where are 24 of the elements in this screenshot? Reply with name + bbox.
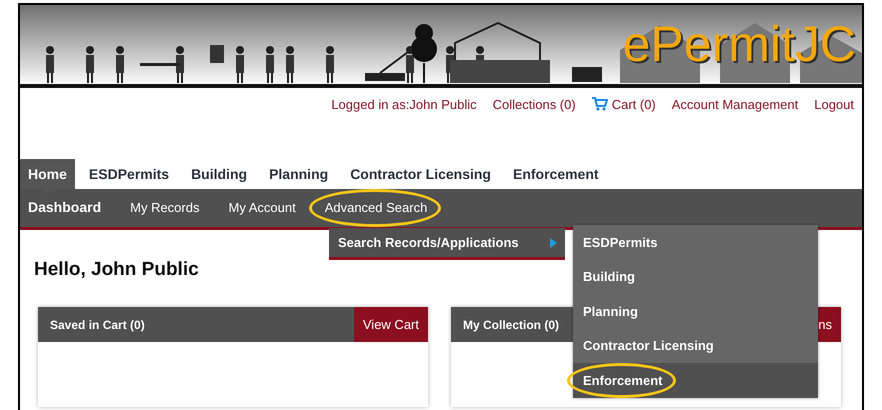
menu-item[interactable]: Search Records/Applications [329,228,565,257]
header-link[interactable]: Account Management [672,96,798,112]
cart-icon [592,97,608,111]
subnav-item[interactable]: My Account [228,200,296,215]
subnav-item[interactable]: Dashboard [28,199,102,215]
nav-tab[interactable]: Contractor Licensing [342,159,499,189]
header-link[interactable]: Logout [814,96,854,112]
card-title: Saved in Cart (0) [50,318,145,332]
subnav-item[interactable]: Advanced Search [324,200,428,215]
card-title: My Collection (0) [463,318,560,332]
cart-link[interactable]: Cart (0) [592,96,656,112]
logged-in-text: Logged in as:John Public [331,96,477,112]
submenu-item[interactable]: Building [573,260,818,294]
subnav-item[interactable]: My Records [130,200,200,215]
nav-tab[interactable]: Home [20,159,75,189]
nav-tab[interactable]: Building [183,159,256,189]
site-logo: ePermitJC [622,19,856,69]
nav-tab[interactable]: Planning [261,159,336,189]
header-link[interactable]: Collections (0) [492,96,576,112]
submenu-item[interactable]: ESDPermits [573,225,818,260]
nav-tab[interactable]: ESDPermits [80,159,178,189]
greeting-heading: Hello, John Public [34,259,199,281]
card-button[interactable]: View Cart [354,307,428,342]
nav-tab[interactable]: Enforcement [504,159,607,189]
